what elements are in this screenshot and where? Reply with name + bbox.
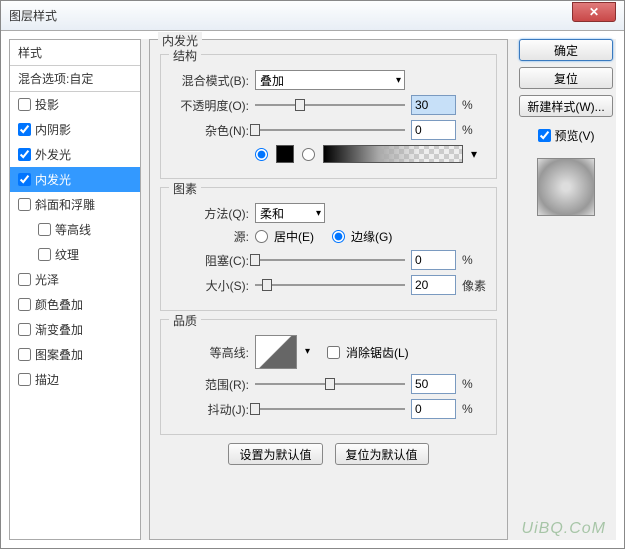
dialog-content: 样式 混合选项:自定 投影内阴影外发光内发光斜面和浮雕等高线纹理光泽颜色叠加渐变… (9, 39, 616, 540)
ok-button[interactable]: 确定 (519, 39, 613, 61)
elements-group: 图素 方法(Q): 柔和 源: 居中(E) 边缘(G) 阻塞(C): (160, 187, 497, 311)
noise-slider[interactable] (255, 122, 405, 138)
close-button[interactable]: ✕ (572, 2, 616, 22)
antialias-checkbox[interactable] (327, 346, 340, 359)
quality-group: 品质 等高线: 消除锯齿(L) 范围(R): % (160, 319, 497, 435)
jitter-label: 抖动(J): (171, 401, 249, 418)
style-item-label: 纹理 (55, 246, 79, 263)
structure-group: 结构 混合模式(B): 叠加 不透明度(O): % 杂色(N): (160, 54, 497, 179)
style-item-6[interactable]: 纹理 (10, 242, 140, 267)
gradient-swatch[interactable] (323, 145, 463, 163)
layer-style-dialog: 图层样式 ✕ 样式 混合选项:自定 投影内阴影外发光内发光斜面和浮雕等高线纹理光… (0, 0, 625, 549)
size-label: 大小(S): (171, 277, 249, 294)
size-input[interactable] (411, 275, 456, 295)
style-item-label: 外发光 (35, 146, 71, 163)
blending-options-header[interactable]: 混合选项:自定 (10, 66, 140, 92)
style-checkbox[interactable] (38, 248, 51, 261)
style-item-2[interactable]: 外发光 (10, 142, 140, 167)
contour-picker[interactable] (255, 335, 297, 369)
style-item-label: 渐变叠加 (35, 321, 83, 338)
opacity-input[interactable] (411, 95, 456, 115)
size-slider[interactable] (255, 277, 405, 293)
style-checkbox[interactable] (18, 298, 31, 311)
style-item-label: 内阴影 (35, 121, 71, 138)
blend-mode-label: 混合模式(B): (171, 72, 249, 89)
gradient-radio[interactable] (302, 148, 315, 161)
style-checkbox[interactable] (18, 348, 31, 361)
contour-label: 等高线: (171, 344, 249, 361)
style-item-4[interactable]: 斜面和浮雕 (10, 192, 140, 217)
elements-legend: 图素 (169, 180, 201, 197)
style-checkbox[interactable] (18, 148, 31, 161)
source-label: 源: (171, 228, 249, 245)
style-item-3[interactable]: 内发光 (10, 167, 140, 192)
source-center-radio[interactable] (255, 230, 268, 243)
settings-panel: 内发光 结构 混合模式(B): 叠加 不透明度(O): % 杂色(N): (149, 39, 508, 540)
range-input[interactable] (411, 374, 456, 394)
style-checkbox[interactable] (18, 98, 31, 111)
style-item-9[interactable]: 渐变叠加 (10, 317, 140, 342)
range-slider[interactable] (255, 376, 405, 392)
preview-toggle[interactable]: 预览(V) (538, 127, 595, 144)
style-item-8[interactable]: 颜色叠加 (10, 292, 140, 317)
preview-thumbnail (537, 158, 595, 216)
style-item-7[interactable]: 光泽 (10, 267, 140, 292)
style-item-label: 等高线 (55, 221, 91, 238)
close-icon: ✕ (589, 5, 599, 19)
choke-slider[interactable] (255, 252, 405, 268)
style-item-0[interactable]: 投影 (10, 92, 140, 117)
style-item-10[interactable]: 图案叠加 (10, 342, 140, 367)
range-label: 范围(R): (171, 376, 249, 393)
style-item-label: 图案叠加 (35, 346, 83, 363)
source-edge-radio[interactable] (332, 230, 345, 243)
styles-list-panel: 样式 混合选项:自定 投影内阴影外发光内发光斜面和浮雕等高线纹理光泽颜色叠加渐变… (9, 39, 141, 540)
chevron-down-icon[interactable]: ▾ (471, 147, 477, 161)
style-item-label: 斜面和浮雕 (35, 196, 95, 213)
style-item-label: 投影 (35, 96, 59, 113)
source-center-label: 居中(E) (274, 228, 314, 245)
window-title: 图层样式 (9, 7, 572, 24)
style-checkbox[interactable] (18, 323, 31, 336)
preview-checkbox[interactable] (538, 129, 551, 142)
new-style-button[interactable]: 新建样式(W)... (519, 95, 613, 117)
style-checkbox[interactable] (38, 223, 51, 236)
color-radio[interactable] (255, 148, 268, 161)
antialias-label: 消除锯齿(L) (346, 344, 409, 361)
style-item-label: 描边 (35, 371, 59, 388)
noise-label: 杂色(N): (171, 122, 249, 139)
opacity-slider[interactable] (255, 97, 405, 113)
choke-input[interactable] (411, 250, 456, 270)
watermark: UiBQ.CoM (522, 520, 606, 538)
reset-default-button[interactable]: 复位为默认值 (335, 443, 429, 465)
structure-legend: 结构 (169, 47, 201, 64)
style-checkbox[interactable] (18, 173, 31, 186)
jitter-input[interactable] (411, 399, 456, 419)
technique-select[interactable]: 柔和 (255, 203, 325, 223)
cancel-button[interactable]: 复位 (519, 67, 613, 89)
style-checkbox[interactable] (18, 373, 31, 386)
opacity-label: 不透明度(O): (171, 97, 249, 114)
style-checkbox[interactable] (18, 123, 31, 136)
action-panel: 确定 复位 新建样式(W)... 预览(V) (516, 39, 616, 540)
make-default-button[interactable]: 设置为默认值 (228, 443, 322, 465)
style-item-11[interactable]: 描边 (10, 367, 140, 392)
choke-label: 阻塞(C): (171, 252, 249, 269)
blend-mode-select[interactable]: 叠加 (255, 70, 405, 90)
style-item-1[interactable]: 内阴影 (10, 117, 140, 142)
style-item-label: 光泽 (35, 271, 59, 288)
titlebar: 图层样式 ✕ (1, 1, 624, 31)
technique-label: 方法(Q): (171, 205, 249, 222)
quality-legend: 品质 (169, 312, 201, 329)
style-item-5[interactable]: 等高线 (10, 217, 140, 242)
style-item-label: 内发光 (35, 171, 71, 188)
style-item-label: 颜色叠加 (35, 296, 83, 313)
style-checkbox[interactable] (18, 198, 31, 211)
source-edge-label: 边缘(G) (351, 228, 392, 245)
color-swatch[interactable] (276, 145, 294, 163)
preview-label: 预览(V) (555, 127, 595, 144)
style-checkbox[interactable] (18, 273, 31, 286)
styles-header: 样式 (10, 40, 140, 66)
noise-input[interactable] (411, 120, 456, 140)
jitter-slider[interactable] (255, 401, 405, 417)
